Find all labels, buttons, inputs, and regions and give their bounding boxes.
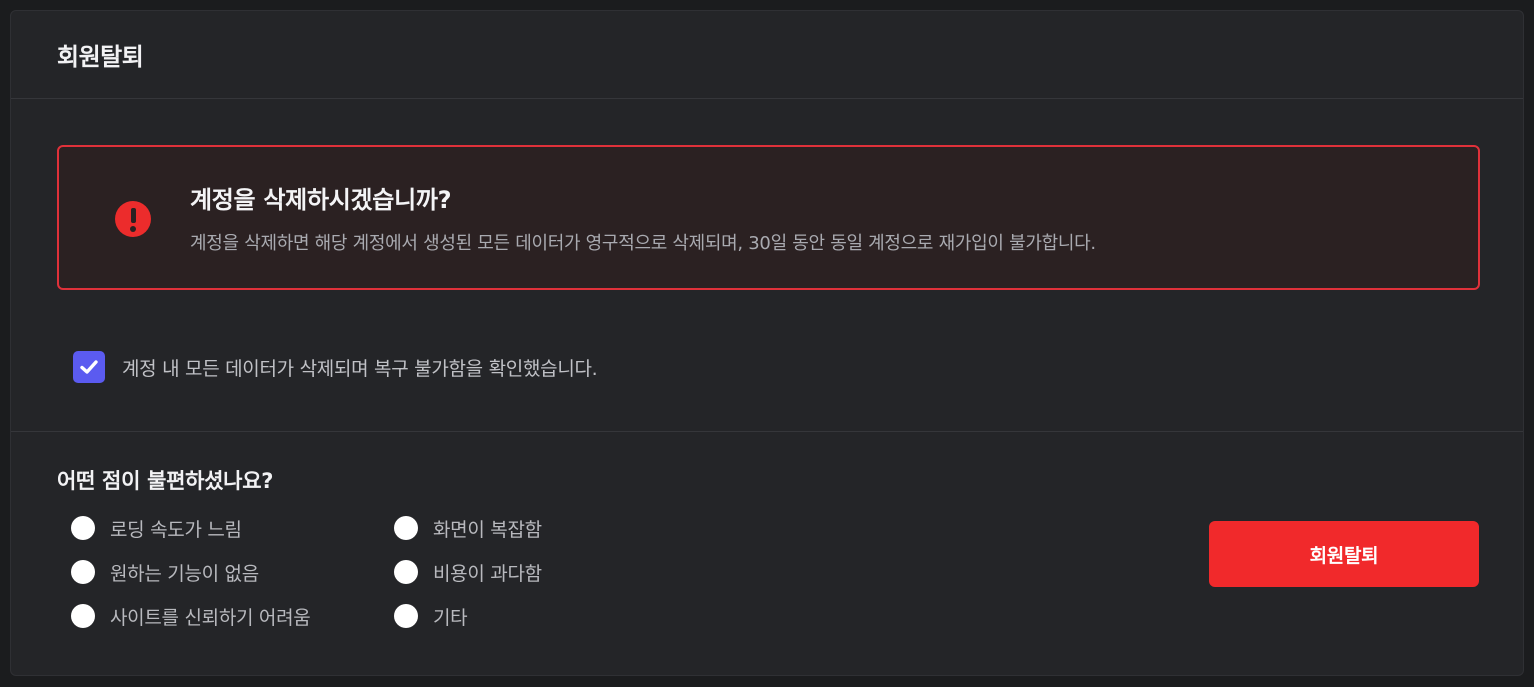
reason-label: 비용이 과다함: [433, 562, 542, 585]
radio-button[interactable]: [71, 560, 95, 584]
radio-button[interactable]: [71, 604, 95, 628]
reason-option-other[interactable]: 기타: [394, 601, 468, 631]
reason-label: 화면이 복잡함: [433, 518, 542, 541]
exclamation-circle-icon: [115, 201, 151, 237]
reason-label: 기타: [433, 606, 468, 629]
reason-option-slow-loading[interactable]: 로딩 속도가 느림: [71, 513, 242, 543]
reason-options: 로딩 속도가 느림 원하는 기능이 없음 사이트를 신뢰하기 어려움 화면이 복…: [71, 513, 631, 643]
warning-description: 계정을 삭제하면 해당 계정에서 생성된 모든 데이터가 영구적으로 삭제되며,…: [190, 233, 1096, 254]
confirm-row[interactable]: 계정 내 모든 데이터가 삭제되며 복구 불가함을 확인했습니다.: [73, 351, 598, 383]
reason-label: 사이트를 신뢰하기 어려움: [110, 606, 311, 629]
reason-option-complex-screen[interactable]: 화면이 복잡함: [394, 513, 542, 543]
radio-button[interactable]: [71, 516, 95, 540]
reason-option-missing-feature[interactable]: 원하는 기능이 없음: [71, 557, 259, 587]
checkmark-icon: [80, 360, 98, 374]
withdraw-button[interactable]: 회원탈퇴: [1209, 521, 1479, 587]
reason-option-untrustworthy[interactable]: 사이트를 신뢰하기 어려움: [71, 601, 311, 631]
warning-title: 계정을 삭제하시겠습니까?: [190, 186, 452, 214]
radio-button[interactable]: [394, 516, 418, 540]
reason-option-high-cost[interactable]: 비용이 과다함: [394, 557, 542, 587]
withdrawal-panel: 회원탈퇴 계정을 삭제하시겠습니까? 계정을 삭제하면 해당 계정에서 생성된 …: [10, 10, 1524, 676]
warning-box: 계정을 삭제하시겠습니까? 계정을 삭제하면 해당 계정에서 생성된 모든 데이…: [57, 145, 1480, 290]
confirm-label: 계정 내 모든 데이터가 삭제되며 복구 불가함을 확인했습니다.: [122, 357, 598, 380]
survey-title: 어떤 점이 불편하셨나요?: [57, 469, 274, 493]
panel-header: 회원탈퇴: [11, 11, 1523, 99]
section-divider: [11, 431, 1523, 432]
reason-label: 원하는 기능이 없음: [110, 562, 259, 585]
radio-button[interactable]: [394, 604, 418, 628]
page-title: 회원탈퇴: [57, 43, 144, 71]
reason-label: 로딩 속도가 느림: [110, 518, 242, 541]
confirm-checkbox[interactable]: [73, 351, 105, 383]
radio-button[interactable]: [394, 560, 418, 584]
